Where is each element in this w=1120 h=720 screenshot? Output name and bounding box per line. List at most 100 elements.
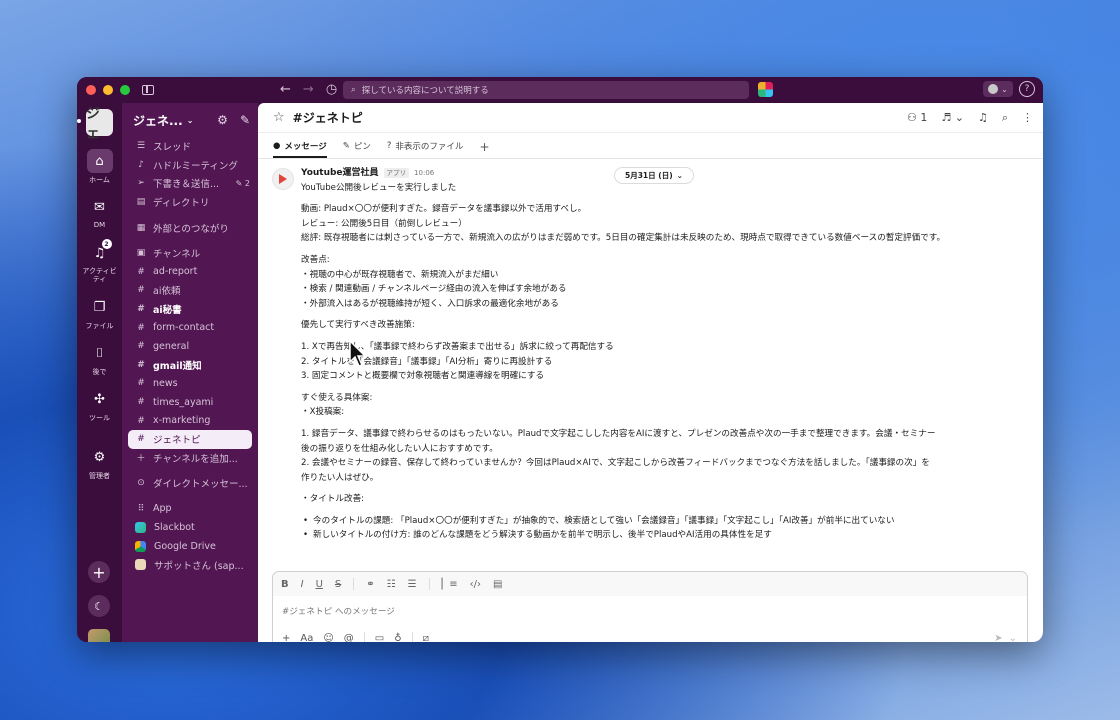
rail-files[interactable]: ❐ ファイル	[77, 295, 122, 331]
add-tab-button[interactable]: +	[479, 140, 489, 158]
sidebar-channel-form-contact[interactable]: # form-contact	[122, 318, 258, 337]
tab-messages[interactable]: ● メッセージ	[273, 140, 327, 158]
sidebar-channel-x-marketing[interactable]: # x-marketing	[122, 411, 258, 430]
microphone-icon[interactable]: ♁	[394, 633, 401, 643]
workspace-header[interactable]: ジェネ... ⌄ ⚙ ✎	[122, 103, 258, 137]
status-menu-button[interactable]: ⌄	[983, 81, 1013, 97]
underline-icon[interactable]: U	[316, 579, 323, 590]
sidebar-channel-news[interactable]: # news	[122, 374, 258, 393]
pencil-icon: ✎	[235, 178, 243, 188]
main-pane: ☆ #ジェネトピ ⚇ 1 ♬ ⌄ ♫ ⌕ ⋮ ● メッセージ ✎ ピン ? 非表示のフ…	[258, 103, 1043, 642]
rail-home[interactable]: ⌂ ホーム	[77, 149, 122, 185]
app-section-header[interactable]: ⠿ App	[122, 500, 258, 519]
code-block-icon[interactable]: ▤	[493, 579, 502, 590]
pin-icon: ✎	[342, 141, 350, 151]
text-format-icon[interactable]: Aa	[300, 633, 313, 643]
user-avatar[interactable]	[88, 629, 110, 642]
close-window-button[interactable]	[86, 85, 96, 95]
channel-label: ad-report	[153, 266, 198, 278]
more-vertical-icon[interactable]: ⋮	[1022, 111, 1033, 124]
bulleted-list-icon[interactable]: ☰	[408, 579, 417, 590]
sidebar-channel-genetopi[interactable]: # ジェネトピ	[128, 429, 252, 449]
dm-section-header[interactable]: ⊙ ダイレクトメッセー...	[122, 474, 258, 493]
search-input[interactable]: ⌕ 探している内容について説明する	[343, 81, 749, 99]
back-arrow-icon[interactable]: ←	[280, 82, 291, 97]
dm-section-icon: ⊙	[137, 478, 145, 489]
sidebar-channel-ad-report[interactable]: # ad-report	[122, 263, 258, 282]
plus-icon: ＋	[136, 454, 146, 465]
sidebar-app-sapot[interactable]: サポットさん (sap...	[122, 555, 258, 574]
channel-header: ☆ #ジェネトピ ⚇ 1 ♬ ⌄ ♫ ⌕ ⋮	[258, 103, 1043, 133]
chevron-down-icon[interactable]: ⌄	[1009, 633, 1017, 643]
history-clock-icon[interactable]: ◷	[326, 82, 337, 97]
message-sender[interactable]: Youtube運営社員	[301, 166, 379, 181]
rail-admin-label: 管理者	[89, 472, 110, 480]
sidebar-item-directory[interactable]: ▤ ディレクトリ	[122, 193, 258, 212]
settings-gear-icon[interactable]: ⚙	[217, 113, 228, 127]
tab-pins[interactable]: ✎ ピン	[343, 140, 371, 158]
forward-arrow-icon[interactable]: →	[303, 82, 314, 97]
message-bubble-icon: ●	[273, 141, 281, 151]
slash-command-icon[interactable]: ⧄	[423, 633, 429, 643]
message-input[interactable]: #ジェネトピ へのメッセージ	[273, 596, 1027, 626]
channel-label: ai依頼	[153, 286, 181, 298]
channels-section-header[interactable]: ▣ チャンネル	[122, 244, 258, 263]
rail-dm[interactable]: ✉ DM	[77, 195, 122, 230]
mention-icon[interactable]: @	[344, 633, 354, 643]
huddle-button[interactable]: ♬ ⌄	[941, 111, 964, 124]
slack-ai-icon[interactable]	[758, 82, 773, 97]
moon-icon[interactable]: ☾	[88, 595, 110, 617]
sidebar-item-drafts[interactable]: ➢ 下書き＆送信... ✎ 2	[122, 174, 258, 193]
members-button[interactable]: ⚇ 1	[907, 111, 927, 124]
search-icon[interactable]: ⌕	[1002, 111, 1008, 125]
plus-icon[interactable]: +	[282, 633, 290, 643]
rail-tools[interactable]: ✣ ツール	[77, 387, 122, 423]
slackbot-icon	[135, 522, 146, 534]
sidebar-channel-ai-irai[interactable]: # ai依頼	[122, 281, 258, 300]
video-icon[interactable]: ▭	[375, 633, 384, 643]
help-icon[interactable]: ?	[1019, 81, 1035, 97]
sidebar-app-slackbot[interactable]: Slackbot	[122, 518, 258, 537]
star-icon[interactable]: ☆	[273, 110, 285, 125]
rail-admin[interactable]: ⚙ 管理者	[77, 445, 122, 481]
add-channel-button[interactable]: ＋ チャンネルを追加...	[122, 449, 258, 468]
add-workspace-button[interactable]: +	[88, 561, 110, 583]
channel-label: x-marketing	[153, 415, 211, 427]
message-time[interactable]: 10:06	[414, 166, 434, 181]
sidebar-item-external[interactable]: ▦ 外部とのつながり	[122, 218, 258, 237]
sidebar-app-google-drive[interactable]: Google Drive	[122, 537, 258, 556]
zoom-window-button[interactable]	[120, 85, 130, 95]
message: Youtube運営社員 アプリ 10:06 YouTube公開後レビューを実行し…	[301, 166, 1031, 543]
compose-icon[interactable]: ✎	[240, 113, 250, 127]
gear-icon: ⚙	[93, 449, 106, 465]
workspace-icon[interactable]: ジェ	[86, 106, 113, 142]
send-icon[interactable]: ➤	[994, 633, 1002, 643]
notification-bell-icon[interactable]: ♫	[978, 111, 988, 124]
bot-avatar[interactable]	[272, 168, 294, 190]
hash-icon: #	[137, 378, 145, 389]
channel-label: times_ayami	[153, 396, 214, 408]
rail-later[interactable]: ⌷ 後で	[77, 341, 122, 377]
window-controls	[86, 85, 130, 95]
sidebar-item-huddles[interactable]: ♪ ハドルミーティング	[122, 156, 258, 175]
ordered-list-icon[interactable]: ☷	[387, 579, 396, 590]
italic-icon[interactable]: I	[301, 579, 304, 590]
channel-title[interactable]: #ジェネトピ	[293, 109, 363, 126]
blockquote-icon[interactable]: ▏≡	[442, 579, 458, 590]
sidebar-channel-ai-hisho[interactable]: # ai秘書	[122, 300, 258, 319]
bold-icon[interactable]: B	[281, 579, 289, 590]
emoji-icon[interactable]: ☺	[323, 633, 333, 643]
link-icon[interactable]: ⚭	[366, 579, 374, 590]
sidebar-toggle-icon[interactable]	[142, 85, 154, 95]
sidebar-channel-gmail[interactable]: # gmail通知	[122, 356, 258, 375]
message-line: 動画: Plaud×〇〇が便利すぎた。録音データを議事録以外で活用すべし。	[301, 204, 587, 215]
strikethrough-icon[interactable]: S	[335, 579, 341, 590]
minimize-window-button[interactable]	[103, 85, 113, 95]
rail-activity[interactable]: ♫ 2 アクティビティ	[77, 239, 122, 283]
sidebar-channel-times-ayami[interactable]: # times_ayami	[122, 393, 258, 412]
sidebar-item-threads[interactable]: ☰ スレッド	[122, 137, 258, 156]
sidebar-channel-general[interactable]: # general	[122, 337, 258, 356]
code-icon[interactable]: ‹/›	[470, 579, 481, 590]
tab-hidden-files[interactable]: ? 非表示のファイル	[387, 140, 464, 158]
sidebar-item-label: スレッド	[153, 142, 192, 154]
